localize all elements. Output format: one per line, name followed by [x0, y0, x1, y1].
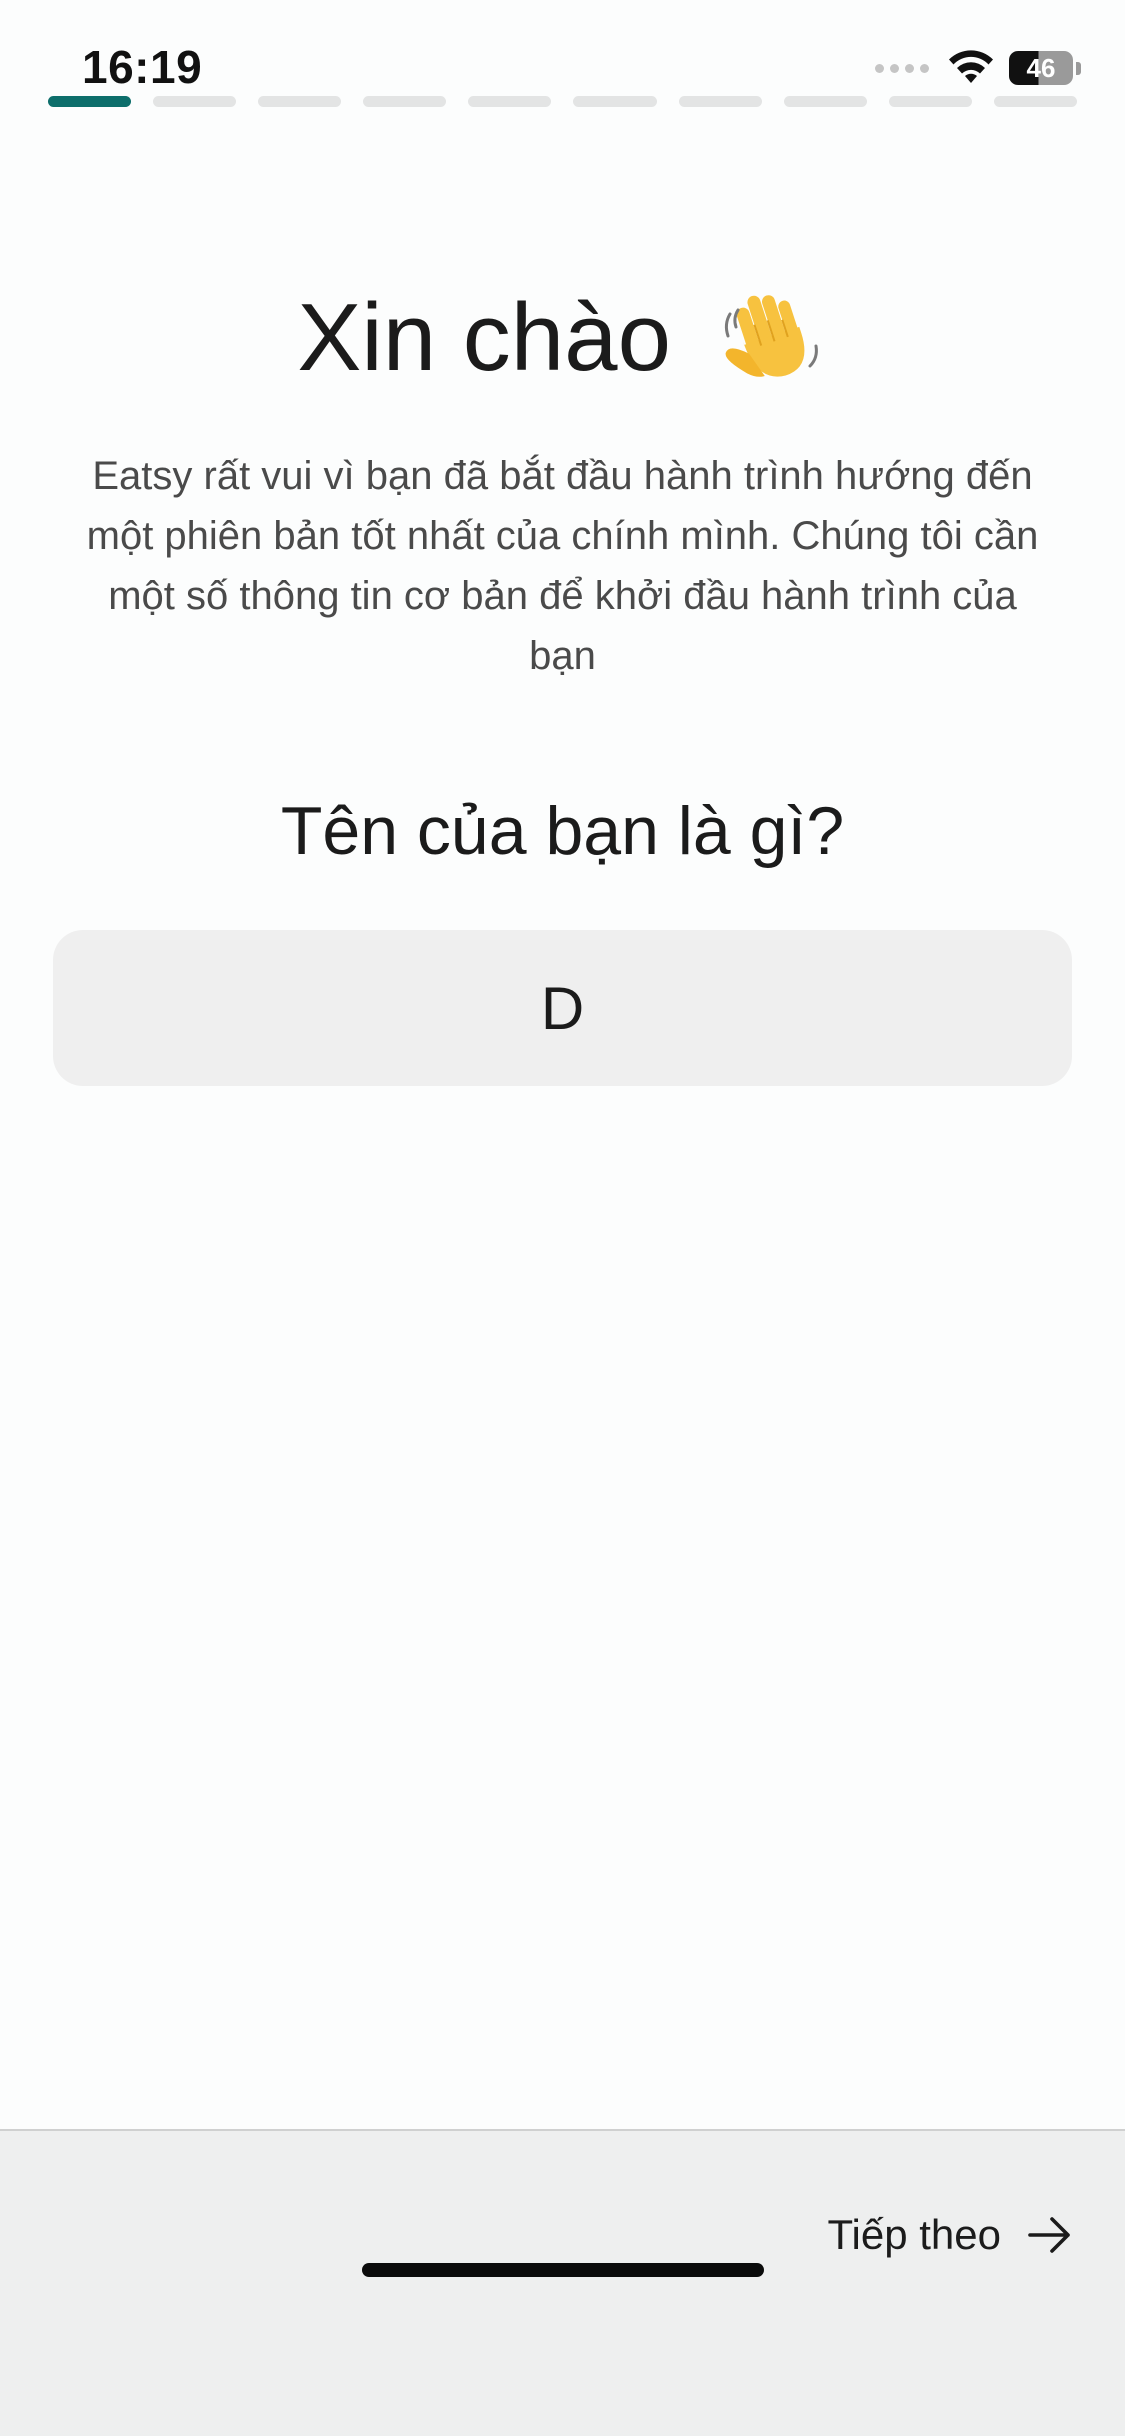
progress-segment — [888, 96, 972, 107]
progress-segment — [993, 96, 1077, 107]
progress-segment — [48, 96, 132, 107]
progress-segment — [153, 96, 237, 107]
bottom-bar: Tiếp theo — [0, 2129, 1125, 2436]
onboarding-screen: 16:19 46 Xin chào Eatsy rất vui vì bạn đ… — [0, 0, 1125, 2436]
progress-segment — [573, 96, 657, 107]
next-button[interactable]: Tiếp theo — [827, 2211, 1073, 2259]
battery-icon: 46 — [1009, 51, 1081, 85]
status-time: 16:19 — [82, 41, 203, 93]
greeting-heading: Xin chào — [0, 278, 1125, 398]
wifi-icon — [949, 50, 993, 83]
name-question: Tên của bạn là gì? — [280, 793, 845, 869]
progress-segment — [468, 96, 552, 107]
battery-level: 46 — [1009, 51, 1073, 85]
home-indicator — [362, 2263, 764, 2277]
waving-hand-icon — [724, 294, 818, 377]
progress-segment — [363, 96, 447, 107]
status-icons: 46 — [875, 46, 1081, 90]
intro-text: Eatsy rất vui vì bạn đã bắt đầu hành trì… — [86, 454, 1039, 678]
cellular-signal-icon — [875, 63, 929, 73]
arrow-right-icon — [1028, 2217, 1070, 2253]
progress-segment — [258, 96, 342, 107]
name-input[interactable] — [53, 930, 1072, 1086]
greeting-title: Xin chào — [297, 284, 671, 391]
progress-segment — [783, 96, 867, 107]
progress-segment — [678, 96, 762, 107]
next-button-label: Tiếp theo — [827, 2211, 1001, 2258]
step-progress — [48, 96, 1077, 107]
